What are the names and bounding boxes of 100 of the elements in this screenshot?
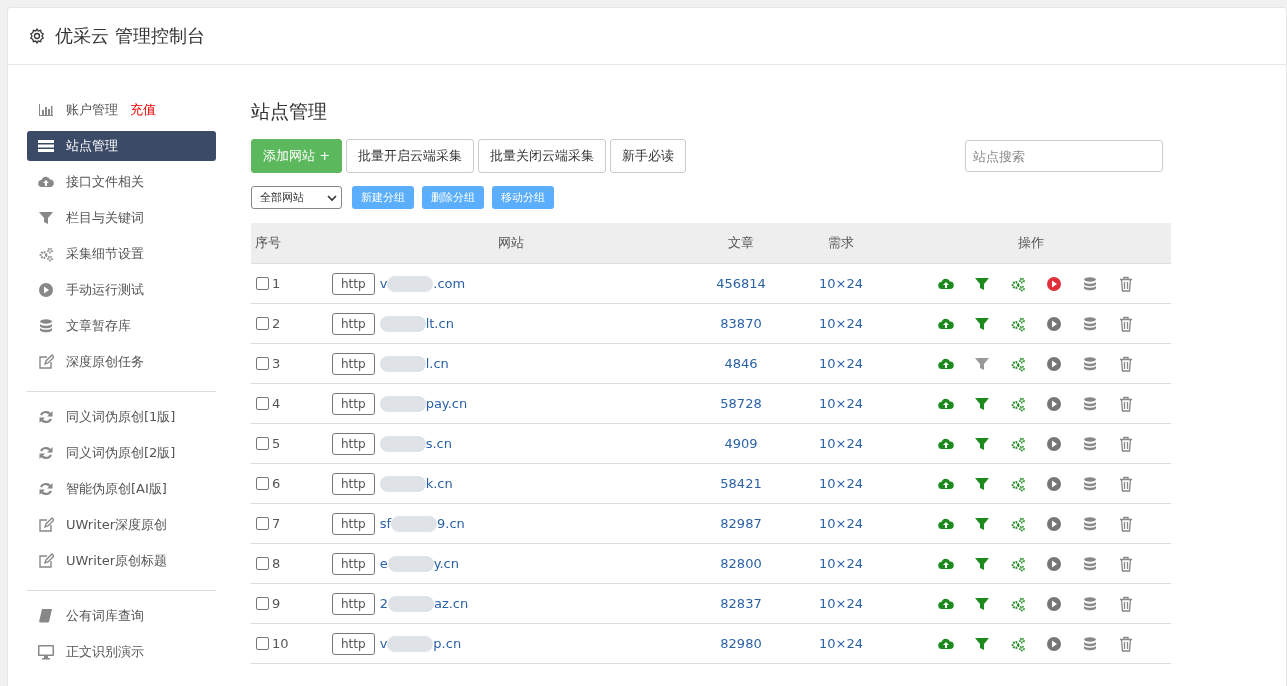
article-count: 58728 [691,383,791,424]
row-number: 7 [272,516,281,531]
sidebar-item[interactable]: 同义词伪原创[2版] [27,438,216,468]
domain-suffix[interactable]: lt.cn [425,316,454,331]
domain-suffix[interactable]: k.cn [425,476,453,491]
toolbar-button[interactable]: 批量关闭云端采集 [478,139,607,173]
sidebar-item[interactable]: UWriter深度原创 [27,510,216,540]
sidebar-item[interactable]: 智能伪原创[AI版] [27,474,216,504]
row-checkbox[interactable] [256,557,269,570]
sidebar-label: 深度原创任务 [66,353,144,371]
row-checkbox[interactable] [256,597,269,610]
sidebar-label: 同义词伪原创[2版] [66,444,176,462]
edit-icon [38,553,54,569]
demand-cell: 10×24 [791,303,891,344]
column-header: 文章 [691,223,791,264]
blur-mask [387,635,434,652]
trash-icon [1118,635,1134,652]
gears-icon [1010,635,1026,652]
row-checkbox[interactable] [256,277,269,290]
refresh-icon [38,409,54,425]
database-icon [1082,515,1098,532]
column-header: 需求 [791,223,891,264]
sidebar-label: 同义词伪原创[1版] [66,408,176,426]
sidebar-label: 账户管理 [66,101,118,119]
blur-mask [379,355,426,372]
domain-suffix[interactable]: y.cn [433,556,459,571]
protocol-tag: http [332,592,375,615]
protocol-tag: http [332,632,375,655]
sidebar-item[interactable]: 栏目与关键词 [27,203,216,233]
page-title: 站点管理 [251,99,328,124]
column-header: 操作 [891,223,1171,264]
protocol-tag: http [332,352,375,375]
sidebar-label: UWriter深度原创 [66,516,168,534]
row-number: 2 [272,316,281,331]
row-number: 8 [272,556,281,571]
domain-suffix[interactable]: .com [433,276,466,291]
demand-cell: 10×24 [791,583,891,624]
row-checkbox[interactable] [256,477,269,490]
row-checkbox[interactable] [256,437,269,450]
sidebar-item[interactable]: UWriter原创标题 [27,546,216,576]
sidebar-label: 栏目与关键词 [66,209,144,227]
sidebar-item[interactable]: 站点管理 [27,131,216,161]
article-count: 82800 [691,543,791,584]
database-icon [38,318,54,334]
sidebar-item[interactable]: 正文识别演示 [27,637,216,667]
sidebar-label: 采集细节设置 [66,245,144,263]
sidebar-label: 正文识别演示 [66,643,144,661]
trash-icon [1118,595,1134,612]
domain-suffix[interactable]: s.cn [425,436,452,451]
demand-cell: 10×24 [791,463,891,504]
trash-icon [1118,315,1134,332]
toolbar-button[interactable]: 新手必读 [610,139,687,173]
row-checkbox[interactable] [256,357,269,370]
monitor-icon [38,644,54,660]
domain-suffix[interactable]: l.cn [425,356,449,371]
sidebar-item[interactable]: 手动运行测试 [27,275,216,305]
sidebar-item[interactable]: 账户管理 充值 [27,95,216,125]
blur-mask [379,475,426,492]
row-checkbox[interactable] [256,317,269,330]
gears-icon [1010,315,1026,332]
bar-chart-icon [38,102,54,118]
demand-cell: 10×24 [791,623,891,664]
demand-cell: 10×24 [791,343,891,384]
trash-icon [1118,435,1134,452]
sidebar-item[interactable]: 公有词库查询 [27,601,216,631]
row-checkbox[interactable] [256,397,269,410]
edit-icon [38,354,54,370]
domain-prefix: v [379,276,388,291]
book-icon [38,608,54,624]
row-checkbox[interactable] [256,637,269,650]
domain-suffix[interactable]: az.cn [433,596,469,611]
protocol-tag: http [332,272,375,295]
domain-suffix[interactable]: 9.cn [437,516,465,531]
row-number: 6 [272,476,281,491]
sidebar-label: 接口文件相关 [66,173,144,191]
domain-suffix[interactable]: pay.cn [425,396,468,411]
blur-mask [379,395,426,412]
protocol-tag: http [332,472,375,495]
sidebar-item[interactable]: 文章暂存库 [27,311,216,341]
recharge-link[interactable]: 充值 [130,101,156,119]
gears-icon [1010,555,1026,572]
filter-icon [38,210,54,226]
blur-mask [387,595,434,612]
row-checkbox[interactable] [256,517,269,530]
sidebar-item[interactable]: 深度原创任务 [27,347,216,377]
sidebar-item[interactable]: 接口文件相关 [27,167,216,197]
domain-suffix[interactable]: p.cn [433,636,462,651]
sidebar-item[interactable]: 同义词伪原创[1版] [27,402,216,432]
article-count: 83870 [691,303,791,344]
sidebar-item[interactable]: 采集细节设置 [27,239,216,269]
toolbar-button[interactable]: 批量开启云端采集 [346,139,475,173]
domain-prefix: sf [379,516,391,531]
group-dropdown[interactable]: 全部网站 [251,186,342,209]
gears-icon [1010,355,1026,372]
column-header: 网站 [331,223,691,264]
blur-mask [391,515,437,532]
search-field[interactable]: 站点搜索 [965,140,1163,172]
database-icon [1082,635,1098,652]
gears-icon [1010,595,1026,612]
refresh-icon [38,445,54,461]
